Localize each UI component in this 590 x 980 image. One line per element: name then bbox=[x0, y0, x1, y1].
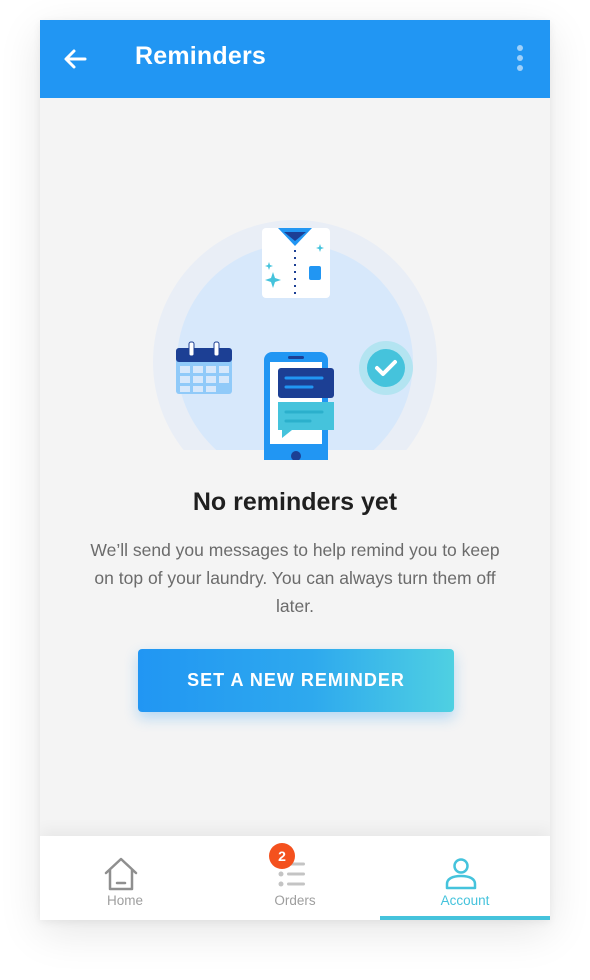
reminders-illustration bbox=[150, 220, 440, 460]
check-circle-icon bbox=[359, 341, 413, 395]
more-menu-button[interactable] bbox=[510, 44, 530, 74]
nav-item-home[interactable]: Home bbox=[40, 836, 210, 920]
calendar-icon bbox=[176, 341, 232, 394]
more-vertical-icon bbox=[517, 45, 523, 71]
bottom-navigation: Home Orders 2 Account bbox=[40, 836, 550, 920]
page-title: Reminders bbox=[135, 42, 267, 70]
nav-item-account[interactable]: Account bbox=[380, 836, 550, 920]
active-tab-indicator bbox=[380, 916, 550, 920]
nav-item-orders[interactable]: Orders bbox=[210, 836, 380, 920]
arrow-left-icon bbox=[64, 49, 87, 69]
empty-state-description: We’ll send you messages to help remind y… bbox=[90, 540, 500, 616]
back-button[interactable] bbox=[58, 42, 92, 76]
shirt-icon bbox=[262, 228, 330, 298]
user-icon bbox=[445, 858, 477, 890]
app-screen: Reminders No reminders yet We’ll send yo… bbox=[40, 20, 550, 920]
phone-messages-icon bbox=[264, 352, 334, 460]
nav-label-home: Home bbox=[106, 893, 143, 908]
app-bar: Reminders bbox=[40, 20, 550, 98]
orders-count-badge: 2 bbox=[269, 843, 295, 869]
empty-state-title: No reminders yet bbox=[192, 488, 398, 516]
set-new-reminder-button[interactable]: SET A NEW REMINDER bbox=[138, 649, 454, 712]
nav-label-orders: Orders bbox=[274, 893, 316, 908]
nav-label-account: Account bbox=[440, 893, 490, 908]
home-icon bbox=[104, 857, 138, 891]
